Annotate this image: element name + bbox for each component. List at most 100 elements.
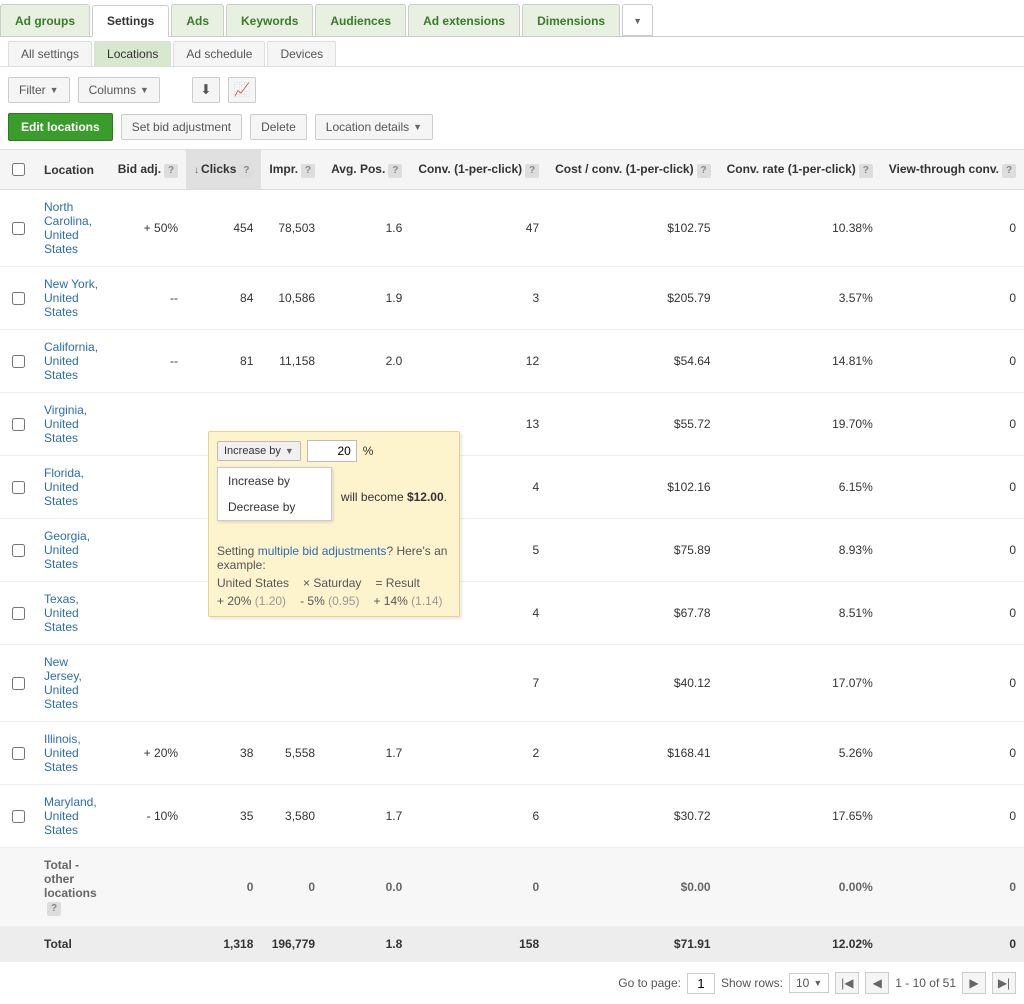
location-details-button[interactable]: Location details▼ <box>315 114 433 140</box>
location-link[interactable]: Maryland, United States <box>44 795 97 837</box>
row-checkbox[interactable] <box>12 292 25 305</box>
cell-bidadj[interactable]: -- <box>110 267 186 330</box>
tab-settings[interactable]: Settings <box>92 5 169 37</box>
rows-select[interactable]: 10▼ <box>789 973 829 993</box>
cell-bidadj[interactable] <box>110 645 186 722</box>
tab-dimensions[interactable]: Dimensions <box>522 4 620 36</box>
col-bidadj[interactable]: Bid adj.? <box>110 150 186 190</box>
outcome-value: $12.00 <box>407 490 444 504</box>
prev-page-button[interactable]: ◀ <box>865 972 889 994</box>
help-icon[interactable]: ? <box>1002 164 1016 178</box>
help-icon[interactable]: ? <box>164 164 178 178</box>
col-avgpos[interactable]: Avg. Pos.? <box>323 150 410 190</box>
tab-ad-groups[interactable]: Ad groups <box>0 4 90 36</box>
tab-ad-extensions[interactable]: Ad extensions <box>408 4 520 36</box>
row-checkbox[interactable] <box>12 677 25 690</box>
adjust-value-input[interactable] <box>307 440 357 462</box>
col-costconv[interactable]: Cost / conv. (1-per-click)? <box>547 150 718 190</box>
select-all-checkbox[interactable] <box>12 163 25 176</box>
help-icon[interactable]: ? <box>301 164 315 178</box>
cell-avgpos: 1.9 <box>323 267 410 330</box>
col-location[interactable]: Location <box>36 150 110 190</box>
help-icon[interactable]: ? <box>239 164 253 178</box>
set-bid-adjustment-button[interactable]: Set bid adjustment <box>121 114 242 140</box>
table-row: North Carolina, United States+ 50%45478,… <box>0 190 1024 267</box>
first-page-button[interactable]: |◀ <box>835 972 859 994</box>
location-link[interactable]: Illinois, United States <box>44 732 81 774</box>
col-viewthru[interactable]: View-through conv.? <box>881 150 1024 190</box>
help-icon[interactable]: ? <box>859 164 873 178</box>
row-checkbox[interactable] <box>12 355 25 368</box>
help-icon[interactable]: ? <box>47 902 61 916</box>
cell-bidadj[interactable]: - 10% <box>110 785 186 848</box>
location-link[interactable]: New York, United States <box>44 277 98 319</box>
col-impr[interactable]: Impr.? <box>261 150 323 190</box>
location-link[interactable]: Virginia, United States <box>44 403 87 445</box>
option-increase[interactable]: Increase by <box>218 468 331 494</box>
location-link[interactable]: Georgia, United States <box>44 529 90 571</box>
adjust-direction-select[interactable]: Increase by ▼ <box>217 441 301 461</box>
next-page-button[interactable]: ▶ <box>962 972 986 994</box>
cell-clicks: 35 <box>186 785 261 848</box>
page-input[interactable] <box>687 973 715 994</box>
location-link[interactable]: North Carolina, United States <box>44 200 92 256</box>
cell-bidadj[interactable] <box>110 519 186 582</box>
download-button[interactable]: ⬇ <box>192 77 220 103</box>
columns-button[interactable]: Columns▼ <box>78 77 160 103</box>
subtab-ad-schedule[interactable]: Ad schedule <box>173 41 265 66</box>
cell-bidadj[interactable]: -- <box>110 330 186 393</box>
pager: Go to page: Show rows: 10▼ |◀ ◀ 1 - 10 o… <box>0 962 1024 1004</box>
tab-overflow[interactable]: ▼ <box>622 4 653 36</box>
cell-bidadj[interactable] <box>110 393 186 456</box>
cell-clicks <box>186 645 261 722</box>
help-icon[interactable]: ? <box>525 164 539 178</box>
tab-keywords[interactable]: Keywords <box>226 4 313 36</box>
tab-ads[interactable]: Ads <box>171 4 224 36</box>
location-link[interactable]: California, United States <box>44 340 98 382</box>
multiple-bid-adjustments-link[interactable]: multiple bid adjustments <box>258 544 387 558</box>
col-clicks[interactable]: ↓Clicks? <box>186 150 261 190</box>
subtab-locations[interactable]: Locations <box>94 41 171 66</box>
other-total-label: Total - other locations <box>44 858 97 900</box>
row-checkbox[interactable] <box>12 418 25 431</box>
download-icon: ⬇ <box>200 82 211 98</box>
location-link[interactable]: Florida, United States <box>44 466 84 508</box>
row-checkbox[interactable] <box>12 481 25 494</box>
cell-avgpos: 1.6 <box>323 190 410 267</box>
cell-clicks: 84 <box>186 267 261 330</box>
table-row: Illinois, United States+ 20%385,5581.72$… <box>0 722 1024 785</box>
cell-bidadj[interactable]: + 20% <box>110 722 186 785</box>
help-icon[interactable]: ? <box>388 164 402 178</box>
cell-bidadj[interactable] <box>110 582 186 645</box>
help-icon[interactable]: ? <box>697 164 711 178</box>
delete-button[interactable]: Delete <box>250 114 307 140</box>
chevron-down-icon: ▼ <box>285 446 294 456</box>
filter-button[interactable]: Filter▼ <box>8 77 70 103</box>
row-checkbox[interactable] <box>12 607 25 620</box>
row-checkbox[interactable] <box>12 544 25 557</box>
edit-locations-button[interactable]: Edit locations <box>8 113 113 141</box>
cell-viewthru: 0 <box>881 785 1024 848</box>
col-conv[interactable]: Conv. (1-per-click)? <box>410 150 547 190</box>
row-checkbox[interactable] <box>12 222 25 235</box>
cell-bidadj[interactable]: + 50% <box>110 190 186 267</box>
showrows-label: Show rows: <box>721 976 783 990</box>
row-checkbox[interactable] <box>12 747 25 760</box>
bid-adjust-popup: Increase by ▼ Increase by Decrease by % … <box>208 431 460 617</box>
col-convrate[interactable]: Conv. rate (1-per-click)? <box>719 150 881 190</box>
row-checkbox[interactable] <box>12 810 25 823</box>
cell-convrate: 8.51% <box>719 582 881 645</box>
action-bar: Edit locations Set bid adjustment Delete… <box>0 113 1024 149</box>
location-link[interactable]: New Jersey, United States <box>44 655 82 711</box>
option-decrease[interactable]: Decrease by <box>218 494 331 520</box>
cell-avgpos: 1.7 <box>323 722 410 785</box>
tab-audiences[interactable]: Audiences <box>315 4 406 36</box>
locations-table: Location Bid adj.? ↓Clicks? Impr.? Avg. … <box>0 149 1024 962</box>
cell-impr: 3,580 <box>261 785 323 848</box>
chart-button[interactable]: 📈 <box>228 77 256 103</box>
location-link[interactable]: Texas, United States <box>44 592 79 634</box>
subtab-all-settings[interactable]: All settings <box>8 41 92 66</box>
cell-bidadj[interactable] <box>110 456 186 519</box>
last-page-button[interactable]: ▶| <box>992 972 1016 994</box>
subtab-devices[interactable]: Devices <box>267 41 336 66</box>
